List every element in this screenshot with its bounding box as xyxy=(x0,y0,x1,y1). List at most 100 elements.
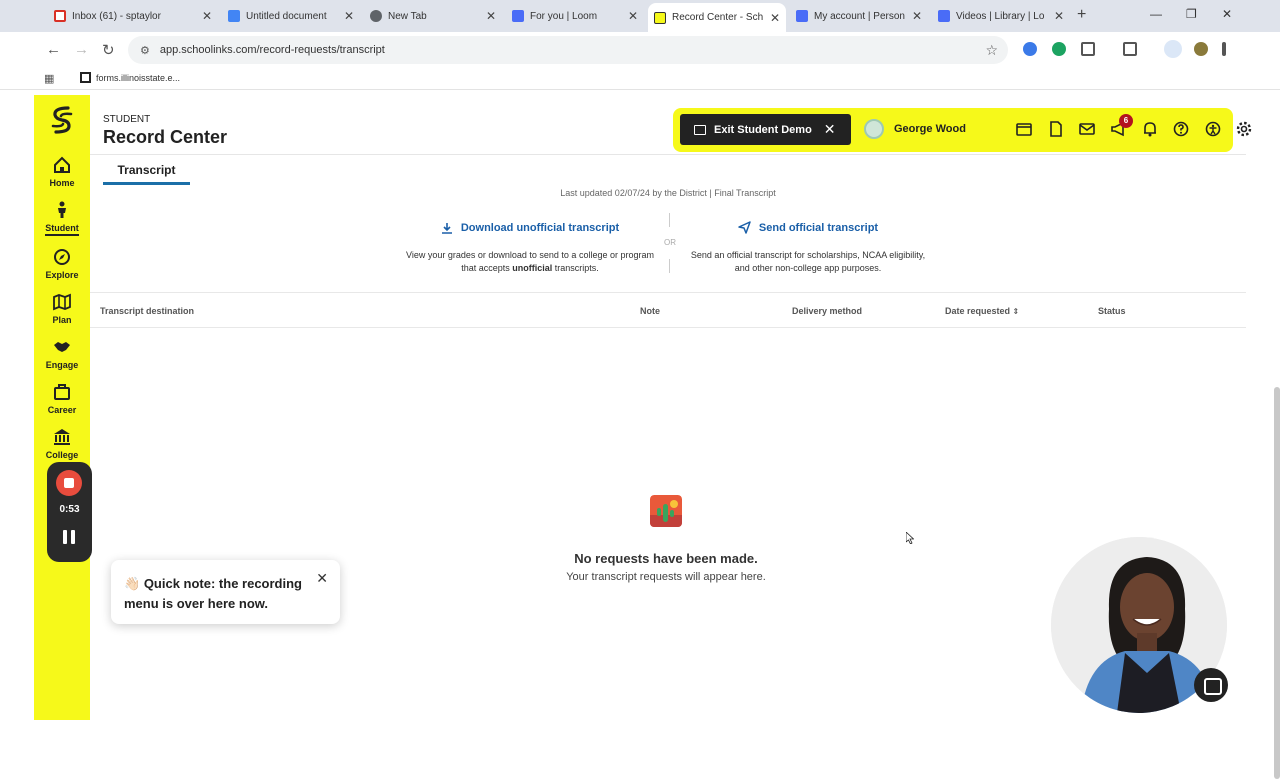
briefcase-icon xyxy=(54,384,70,400)
close-tab-icon[interactable]: ✕ xyxy=(344,9,354,23)
browser-tab-gmail[interactable]: Inbox (61) - sptaylor ✕ xyxy=(48,4,218,28)
loom-icon xyxy=(938,10,950,22)
help-icon[interactable] xyxy=(1173,121,1189,137)
back-icon[interactable]: ← xyxy=(46,41,61,58)
send-icon xyxy=(738,221,751,234)
sidebar-item-student[interactable]: Student xyxy=(34,201,90,236)
home-icon xyxy=(54,156,70,173)
column-status: Status xyxy=(1098,306,1126,316)
chrome-icon xyxy=(370,10,382,22)
browser-tab-loom[interactable]: For you | Loom ✕ xyxy=(506,4,644,28)
monitor-icon xyxy=(694,124,706,135)
mail-icon[interactable] xyxy=(1079,121,1095,137)
download-icon xyxy=(441,223,452,234)
close-icon: ✕ xyxy=(823,121,836,137)
map-icon xyxy=(53,293,71,311)
compass-icon xyxy=(54,249,70,265)
bookmark-star-icon[interactable]: ☆ xyxy=(985,42,998,59)
close-tab-icon[interactable]: ✕ xyxy=(202,9,212,23)
gmail-icon xyxy=(54,10,66,22)
send-official-transcript-link[interactable]: Send official transcript xyxy=(738,221,878,234)
browser-tab-newtab[interactable]: New Tab ✕ xyxy=(364,4,502,28)
close-tab-icon[interactable]: ✕ xyxy=(1054,9,1064,23)
sidebar-item-explore[interactable]: Explore xyxy=(34,248,90,280)
apps-grid-icon[interactable]: ▦ xyxy=(44,72,54,85)
document-icon[interactable] xyxy=(1048,121,1064,137)
pause-icon[interactable] xyxy=(63,530,75,544)
browser-tab-account[interactable]: My account | Person ✕ xyxy=(790,4,928,28)
download-unofficial-transcript-link[interactable]: Download unofficial transcript xyxy=(441,222,619,234)
close-window-button[interactable]: ✕ xyxy=(1222,7,1232,21)
browser-tab-bar: Inbox (61) - sptaylor ✕ Untitled documen… xyxy=(0,0,1280,32)
site-settings-icon[interactable]: ⚙ xyxy=(140,44,150,57)
restore-button[interactable]: ❐ xyxy=(1186,7,1197,21)
new-tab-button[interactable]: + xyxy=(1077,6,1086,24)
close-tab-icon[interactable]: ✕ xyxy=(486,9,496,23)
extensions-puzzle-icon[interactable] xyxy=(1081,42,1095,56)
cast-icon[interactable] xyxy=(1123,42,1137,56)
toast-message: Quick note: the recording menu is over h… xyxy=(124,576,302,611)
sidebar-item-college[interactable]: College xyxy=(34,428,90,460)
notification-badge: 6 xyxy=(1119,114,1133,128)
loom-recording-controls: 0:53 xyxy=(47,462,92,562)
browser-menu-icon[interactable] xyxy=(1222,42,1226,56)
close-tab-icon[interactable]: ✕ xyxy=(770,11,780,25)
extension-icon[interactable] xyxy=(1023,42,1037,56)
chat-support-button[interactable] xyxy=(1194,668,1228,702)
send-description: Send an official transcript for scholars… xyxy=(690,250,926,273)
grammarly-icon[interactable] xyxy=(1052,42,1066,56)
loom-tip-toast: 👋🏻 Quick note: the recording menu is ove… xyxy=(111,560,340,624)
recording-timer: 0:53 xyxy=(59,504,80,515)
or-label: OR xyxy=(664,238,676,247)
bell-icon[interactable] xyxy=(1142,121,1158,137)
minimize-button[interactable]: — xyxy=(1150,7,1162,21)
sidebar: Home Student Explore Plan Engage Career … xyxy=(34,95,92,720)
column-transcript-destination: Transcript destination xyxy=(100,306,195,316)
profile-avatar[interactable] xyxy=(1194,42,1208,56)
last-updated-text: Last updated 02/07/24 by the District | … xyxy=(560,188,776,198)
empty-state-subtitle: Your transcript requests will appear her… xyxy=(566,571,766,583)
browser-tab-videos[interactable]: Videos | Library | Lo ✕ xyxy=(932,4,1070,28)
bookmark-favicon-icon xyxy=(80,72,91,83)
stop-recording-button[interactable] xyxy=(56,470,82,496)
schoolinks-logo[interactable] xyxy=(48,105,76,135)
user-menu[interactable]: George Wood xyxy=(864,119,966,139)
top-toolbar: Exit Student Demo ✕ George Wood 6 xyxy=(673,108,1252,152)
reload-icon[interactable]: ↻ xyxy=(102,41,115,59)
page-scrollbar[interactable] xyxy=(1274,387,1280,779)
wallet-icon[interactable] xyxy=(1016,121,1032,137)
page-title: Record Center xyxy=(103,127,228,147)
student-icon xyxy=(58,201,66,218)
waving-hand-icon: 👋🏻 xyxy=(124,576,141,591)
column-note: Note xyxy=(640,306,660,316)
empty-state-title: No requests have been made. xyxy=(574,551,758,566)
university-icon xyxy=(54,429,70,445)
sort-icon: ⇕ xyxy=(1012,307,1020,316)
forward-icon[interactable]: → xyxy=(74,41,89,58)
accessibility-icon[interactable] xyxy=(1205,121,1221,137)
close-tab-icon[interactable]: ✕ xyxy=(912,9,922,23)
settings-gear-icon[interactable] xyxy=(1236,121,1252,137)
loom-icon xyxy=(796,10,808,22)
download-description: View your grades or download to send to … xyxy=(406,250,654,273)
sidebar-item-home[interactable]: Home xyxy=(34,156,90,188)
exit-student-demo-button[interactable]: Exit Student Demo ✕ xyxy=(680,114,851,145)
page-subtitle: STUDENT xyxy=(103,114,151,125)
column-delivery-method: Delivery method xyxy=(792,306,863,316)
bookmarks-bar: ▦ forms.illinoisstate.e... xyxy=(0,68,1280,90)
column-date-requested[interactable]: Date requested ⇕ xyxy=(945,306,1019,316)
sidebar-item-career[interactable]: Career xyxy=(34,383,90,415)
url-field[interactable]: ⚙ app.schoolinks.com/record-requests/tra… xyxy=(128,36,1008,64)
download-icon[interactable] xyxy=(1164,40,1182,58)
sidebar-item-engage[interactable]: Engage xyxy=(34,338,90,370)
bookmark-item[interactable]: forms.illinoisstate.e... xyxy=(80,72,180,83)
tab-transcript[interactable]: Transcript xyxy=(103,163,190,185)
browser-tab-record-center[interactable]: Record Center - Sch ✕ xyxy=(648,3,786,32)
close-tab-icon[interactable]: ✕ xyxy=(628,9,638,23)
sidebar-item-plan[interactable]: Plan xyxy=(34,293,90,325)
close-toast-button[interactable]: ✕ xyxy=(316,568,328,588)
send-official-section: Send official transcript Send an officia… xyxy=(683,221,933,275)
app-page: Home Student Explore Plan Engage Career … xyxy=(34,95,1280,779)
divider xyxy=(90,154,1246,155)
browser-tab-docs[interactable]: Untitled document ✕ xyxy=(222,4,360,28)
